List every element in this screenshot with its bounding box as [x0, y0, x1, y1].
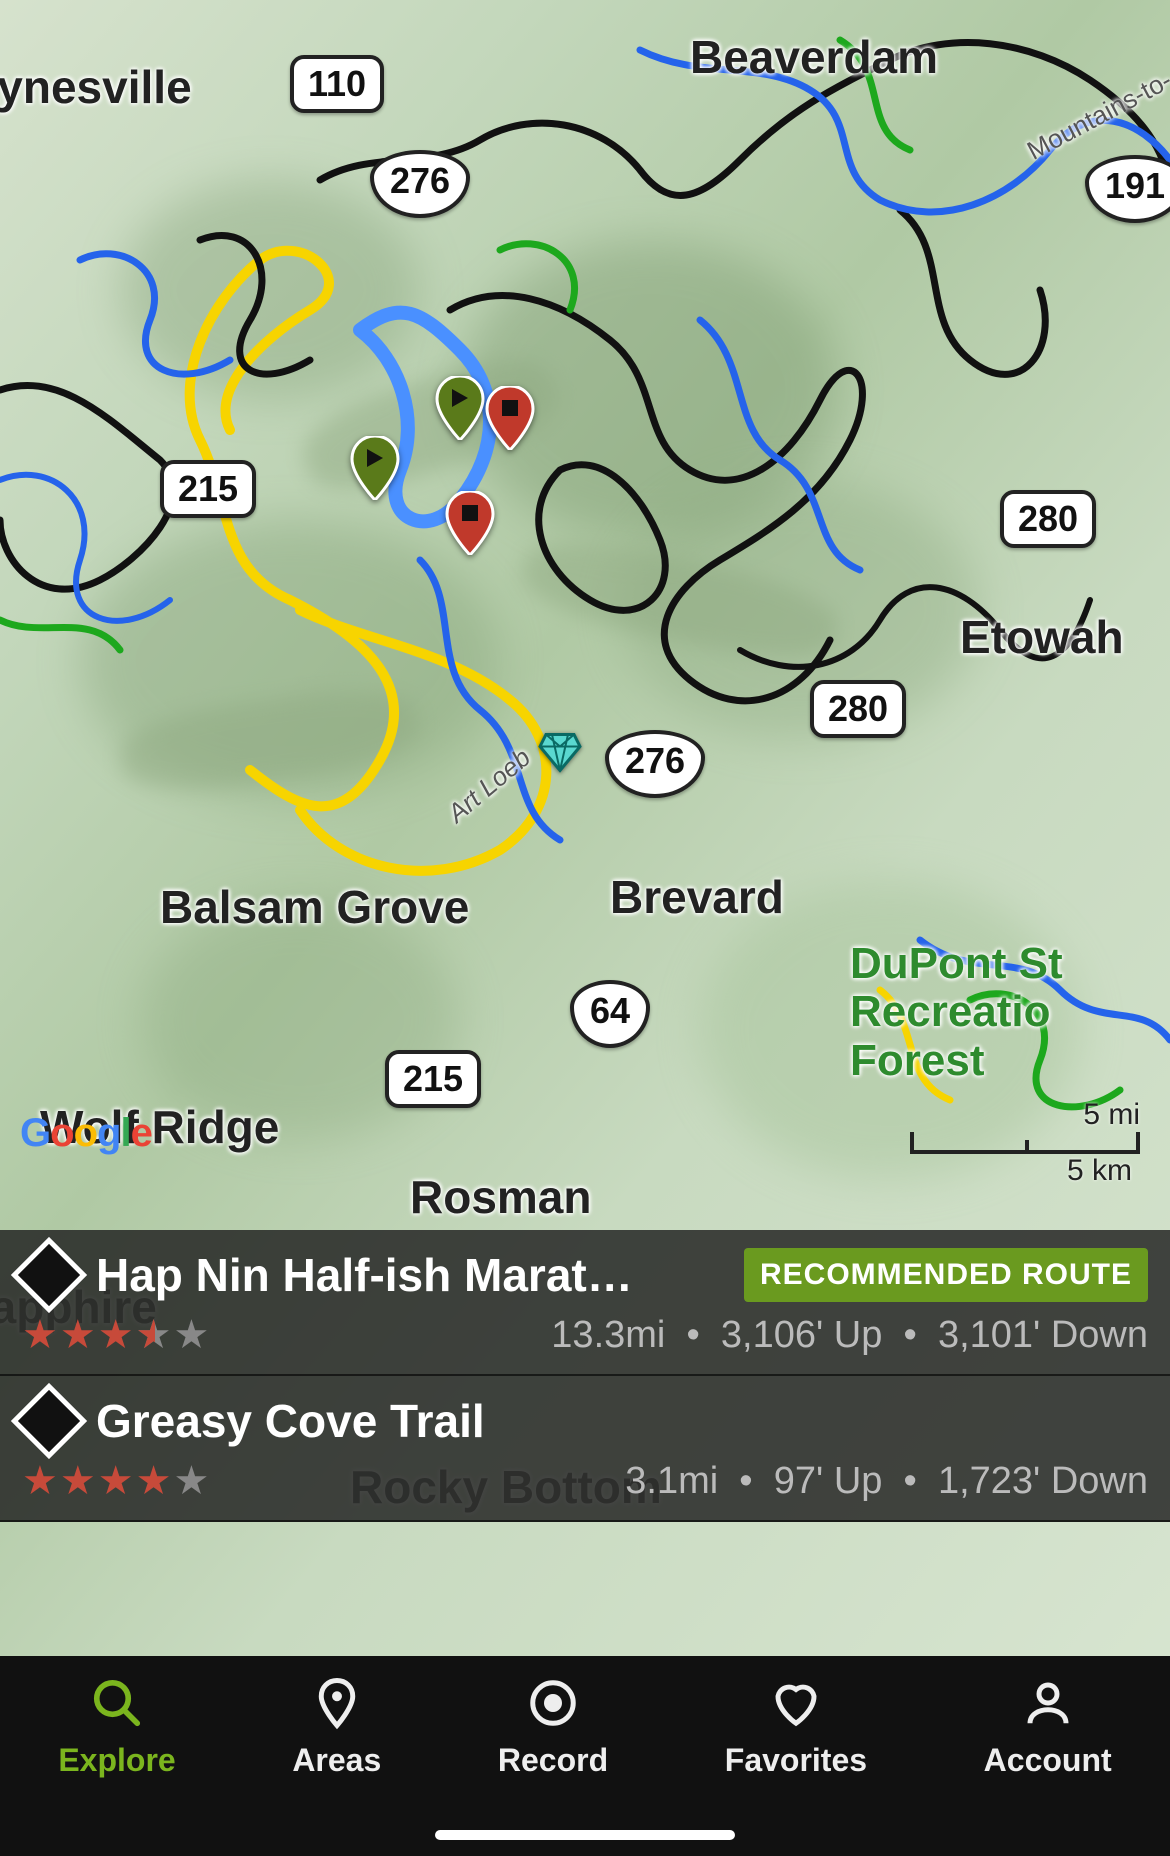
shield-nc-280-east: 280: [1000, 490, 1096, 548]
map-pin-recommended-2[interactable]: [445, 491, 495, 555]
place-rosman: Rosman: [410, 1170, 591, 1224]
bottom-tab-bar: Explore Areas Record Favorites Account: [0, 1656, 1170, 1856]
tab-areas[interactable]: Areas: [292, 1676, 381, 1779]
home-indicator: [435, 1830, 735, 1840]
rating-stars: ★★★★★: [22, 1458, 211, 1504]
map-scale: 5 mi 5 km: [910, 1132, 1140, 1156]
shield-nc-215-south: 215: [385, 1050, 481, 1108]
trail-title: Greasy Cove Trail: [96, 1394, 1148, 1448]
place-dupont: DuPont StRecreatioForest: [850, 940, 1063, 1085]
map-pin-icon: [310, 1676, 364, 1730]
trail-row-hap-nin[interactable]: Hap Nin Half-ish Marat… RECOMMENDED ROUT…: [0, 1230, 1170, 1376]
place-brevard: Brevard: [610, 870, 784, 924]
trail-title: Hap Nin Half-ish Marat…: [96, 1248, 724, 1302]
gem-poi-icon[interactable]: [538, 733, 582, 778]
tab-explore[interactable]: Explore: [58, 1676, 175, 1779]
shield-nc-280-west: 280: [810, 680, 906, 738]
place-etowah: Etowah: [960, 610, 1124, 664]
recommended-badge: RECOMMENDED ROUTE: [744, 1248, 1148, 1302]
place-waynesville: Waynesville: [0, 60, 192, 114]
difficulty-black-diamond-icon: [11, 1383, 87, 1459]
rating-stars: ★★★★★: [22, 1312, 211, 1358]
person-icon: [1021, 1676, 1075, 1730]
google-attribution: Google: [20, 1111, 152, 1156]
difficulty-black-diamond-icon: [11, 1237, 87, 1313]
record-icon: [526, 1676, 580, 1730]
map-pin-hap-nin[interactable]: [435, 376, 485, 440]
shield-nc-215-north: 215: [160, 460, 256, 518]
tab-favorites[interactable]: Favorites: [725, 1676, 867, 1779]
place-balsam-grove: Balsam Grove: [160, 880, 469, 934]
search-icon: [90, 1676, 144, 1730]
trail-stats: 13.3mi • 3,106' Up • 3,101' Down: [551, 1314, 1148, 1357]
place-beaverdam: Beaverdam: [690, 30, 938, 84]
shield-nc-110: 110: [290, 55, 384, 113]
tab-record[interactable]: Record: [498, 1676, 608, 1779]
trail-stats: 3.1mi • 97' Up • 1,723' Down: [625, 1460, 1148, 1503]
map-pin-greasy-cove[interactable]: [350, 436, 400, 500]
tab-account[interactable]: Account: [984, 1676, 1112, 1779]
trail-row-greasy-cove[interactable]: Greasy Cove Trail ★★★★★ 3.1mi • 97' Up •…: [0, 1376, 1170, 1522]
heart-icon: [769, 1676, 823, 1730]
map-pin-recommended-1[interactable]: [485, 386, 535, 450]
trail-list[interactable]: Hap Nin Half-ish Marat… RECOMMENDED ROUT…: [0, 1230, 1170, 1522]
map-canvas[interactable]: Waynesville Beaverdam Etowah Balsam Grov…: [0, 0, 1170, 1856]
